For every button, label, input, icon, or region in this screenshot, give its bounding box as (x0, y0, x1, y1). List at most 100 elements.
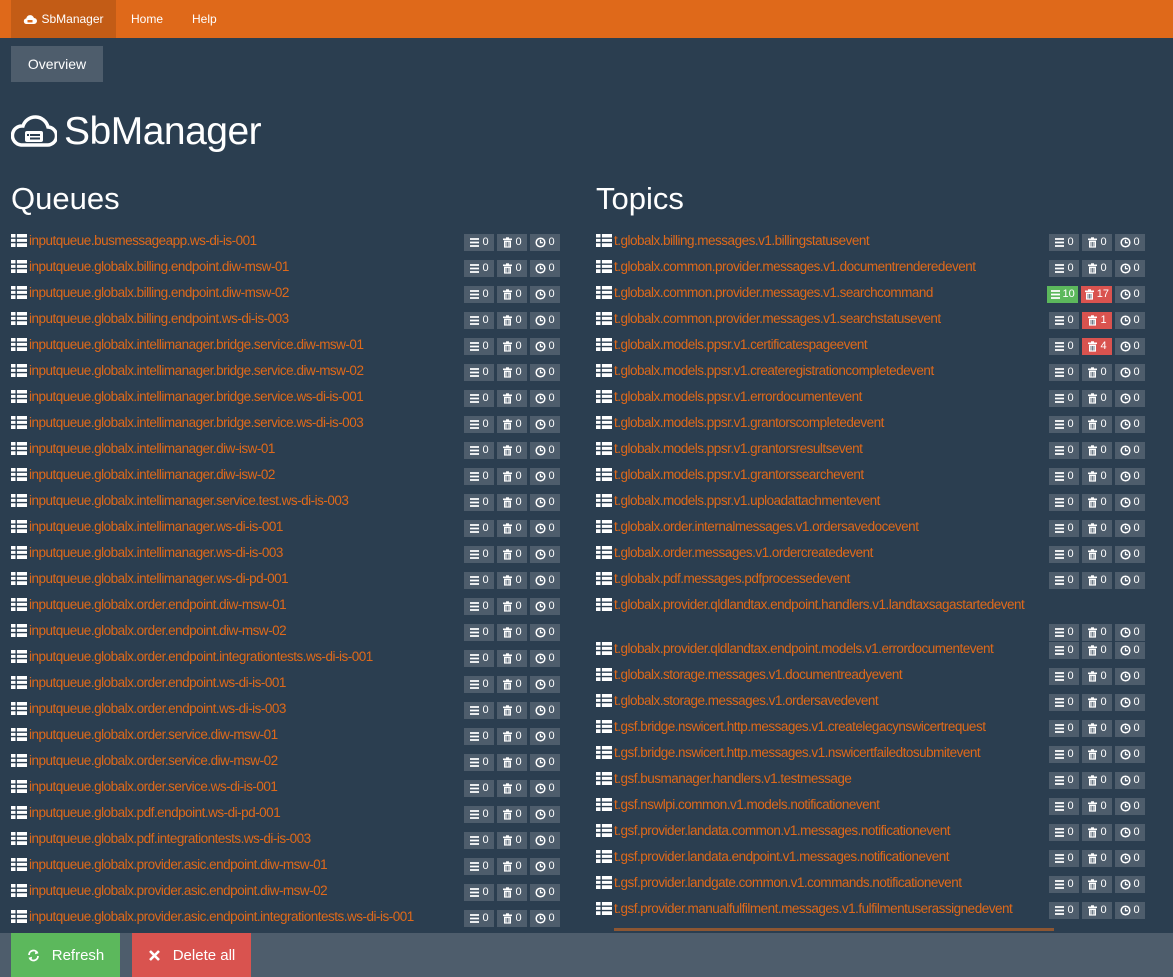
deadletter-badge[interactable]: 0 (497, 728, 527, 745)
deadletter-badge[interactable]: 0 (497, 546, 527, 563)
scheduled-badge[interactable]: 0 (1115, 824, 1145, 841)
active-messages-badge[interactable]: 0 (464, 546, 494, 563)
active-messages-badge[interactable]: 0 (1049, 312, 1079, 329)
active-messages-badge[interactable]: 0 (1049, 546, 1079, 563)
active-messages-badge[interactable]: 0 (1049, 720, 1079, 737)
deadletter-badge[interactable]: 0 (497, 364, 527, 381)
active-messages-badge[interactable]: 0 (464, 442, 494, 459)
deadletter-badge[interactable]: 0 (497, 494, 527, 511)
active-messages-badge[interactable]: 0 (464, 572, 494, 589)
entity-link[interactable]: t.globalx.common.provider.messages.v1.do… (614, 255, 976, 281)
scheduled-badge[interactable]: 0 (1115, 850, 1145, 867)
entity-link[interactable]: t.globalx.order.messages.v1.ordercreated… (614, 541, 873, 567)
scheduled-badge[interactable]: 0 (530, 728, 560, 745)
deadletter-badge[interactable]: 0 (497, 598, 527, 615)
active-messages-badge[interactable]: 0 (1049, 668, 1079, 685)
entity-link[interactable]: t.globalx.provider.qldlandtax.endpoint.h… (614, 593, 1025, 619)
entity-link[interactable]: t.gsf.provider.landata.endpoint.v1.messa… (614, 845, 949, 871)
scheduled-badge[interactable]: 0 (530, 676, 560, 693)
active-messages-badge[interactable]: 0 (1049, 642, 1079, 659)
deadletter-badge[interactable]: 0 (1082, 798, 1112, 815)
scheduled-badge[interactable]: 0 (1115, 468, 1145, 485)
deadletter-badge[interactable]: 0 (497, 234, 527, 251)
entity-link[interactable]: t.gsf.bridge.nswicert.http.messages.v1.n… (614, 741, 981, 767)
scheduled-badge[interactable]: 0 (1115, 720, 1145, 737)
scheduled-badge[interactable]: 0 (1115, 390, 1145, 407)
active-messages-badge[interactable]: 0 (464, 676, 494, 693)
deadletter-badge[interactable]: 0 (497, 832, 527, 849)
deadletter-badge[interactable]: 0 (497, 468, 527, 485)
active-messages-badge[interactable]: 0 (1049, 572, 1079, 589)
deadletter-badge[interactable]: 0 (1082, 364, 1112, 381)
scheduled-badge[interactable]: 0 (530, 780, 560, 797)
scheduled-badge[interactable]: 0 (1115, 642, 1145, 659)
deadletter-badge[interactable]: 0 (1082, 572, 1112, 589)
entity-link[interactable]: inputqueue.globalx.provider.asic.endpoin… (29, 879, 328, 905)
active-messages-badge[interactable]: 0 (464, 702, 494, 719)
entity-link[interactable]: t.globalx.models.ppsr.v1.createregistrat… (614, 359, 934, 385)
deadletter-badge[interactable]: 0 (497, 676, 527, 693)
deadletter-badge[interactable]: 0 (497, 572, 527, 589)
entity-link[interactable]: t.gsf.bridge.nswicert.http.messages.v1.c… (614, 715, 986, 741)
entity-link[interactable]: t.globalx.storage.messages.v1.ordersaved… (614, 689, 879, 715)
entity-link[interactable]: inputqueue.globalx.intellimanager.bridge… (29, 385, 364, 411)
entity-link[interactable]: inputqueue.globalx.intellimanager.ws-di-… (29, 567, 289, 593)
active-messages-badge[interactable]: 0 (1049, 494, 1079, 511)
entity-link[interactable]: inputqueue.busmessageapp.ws-di-is-001 (29, 229, 257, 255)
deadletter-badge[interactable]: 0 (497, 650, 527, 667)
scheduled-badge[interactable]: 0 (1115, 746, 1145, 763)
active-messages-badge[interactable]: 0 (464, 728, 494, 745)
scheduled-badge[interactable]: 0 (530, 520, 560, 537)
delete-all-button[interactable]: Delete all (132, 933, 251, 977)
active-messages-badge[interactable]: 0 (464, 806, 494, 823)
active-messages-badge[interactable]: 0 (464, 832, 494, 849)
deadletter-badge[interactable]: 0 (1082, 390, 1112, 407)
scheduled-badge[interactable]: 0 (1115, 338, 1145, 355)
deadletter-badge[interactable]: 0 (1082, 694, 1112, 711)
deadletter-badge[interactable]: 0 (497, 338, 527, 355)
overview-breadcrumb-button[interactable]: Overview (11, 46, 103, 82)
active-messages-badge[interactable]: 0 (464, 312, 494, 329)
deadletter-badge[interactable]: 17 (1080, 286, 1112, 303)
entity-link[interactable]: t.globalx.billing.messages.v1.billingsta… (614, 229, 870, 255)
active-messages-badge[interactable]: 0 (464, 910, 494, 927)
entity-link[interactable]: t.gsf.busmanager.handlers.v1.testmessage (614, 767, 852, 793)
entity-link[interactable]: t.globalx.models.ppsr.v1.grantorscomplet… (614, 411, 884, 437)
deadletter-badge[interactable]: 0 (497, 520, 527, 537)
deadletter-badge[interactable]: 0 (497, 442, 527, 459)
scheduled-badge[interactable]: 0 (1115, 546, 1145, 563)
deadletter-badge[interactable]: 0 (497, 286, 527, 303)
scheduled-badge[interactable]: 0 (1115, 312, 1145, 329)
deadletter-badge[interactable]: 4 (1082, 338, 1112, 355)
entity-link[interactable]: inputqueue.globalx.intellimanager.diw-is… (29, 437, 275, 463)
active-messages-badge[interactable]: 0 (464, 416, 494, 433)
active-messages-badge[interactable]: 0 (464, 754, 494, 771)
entity-link[interactable]: t.globalx.common.provider.messages.v1.se… (614, 281, 933, 307)
deadletter-badge[interactable]: 0 (1082, 720, 1112, 737)
deadletter-badge[interactable]: 0 (497, 780, 527, 797)
nav-help-link[interactable]: Help (192, 0, 217, 38)
scheduled-badge[interactable]: 0 (1115, 416, 1145, 433)
scheduled-badge[interactable]: 0 (530, 624, 560, 641)
entity-link[interactable]: t.globalx.models.ppsr.v1.uploadattachmen… (614, 489, 880, 515)
deadletter-badge[interactable]: 0 (1082, 642, 1112, 659)
deadletter-badge[interactable]: 0 (1082, 260, 1112, 277)
refresh-button[interactable]: Refresh (11, 933, 120, 977)
scheduled-badge[interactable]: 0 (1115, 286, 1145, 303)
scheduled-badge[interactable]: 0 (530, 650, 560, 667)
entity-link[interactable]: inputqueue.globalx.intellimanager.bridge… (29, 359, 364, 385)
entity-link[interactable]: t.globalx.common.provider.messages.v1.se… (614, 307, 941, 333)
entity-link[interactable]: t.globalx.storage.messages.v1.documentre… (614, 663, 903, 689)
scheduled-badge[interactable]: 0 (1115, 520, 1145, 537)
scheduled-badge[interactable]: 0 (530, 572, 560, 589)
scheduled-badge[interactable]: 0 (530, 312, 560, 329)
active-messages-badge[interactable]: 0 (464, 650, 494, 667)
active-messages-badge[interactable]: 0 (464, 286, 494, 303)
deadletter-badge[interactable]: 1 (1082, 312, 1112, 329)
active-messages-badge[interactable]: 0 (464, 234, 494, 251)
entity-link[interactable]: t.globalx.pdf.messages.pdfprocessedevent (614, 567, 850, 593)
scheduled-badge[interactable]: 0 (530, 858, 560, 875)
deadletter-badge[interactable]: 0 (1082, 520, 1112, 537)
entity-link[interactable]: inputqueue.globalx.intellimanager.ws-di-… (29, 541, 283, 567)
deadletter-badge[interactable]: 0 (497, 416, 527, 433)
